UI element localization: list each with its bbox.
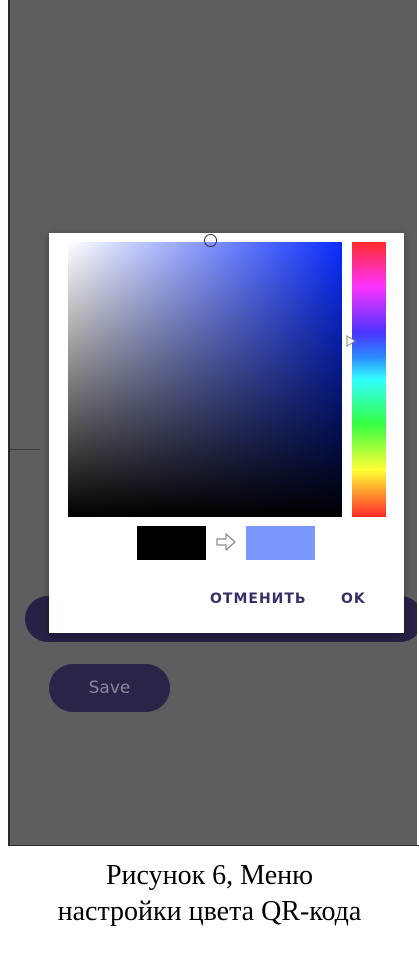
app-screen-dimmed: Save ОТМЕНИТЬ OK	[10, 0, 417, 845]
ok-button[interactable]: OK	[341, 591, 366, 607]
old-color-swatch	[137, 526, 206, 560]
frame-bottom-border	[8, 845, 419, 846]
caption-line-2: настройки цвета QR-кода	[57, 896, 362, 927]
figure-caption: Рисунок 6, Меню настройки цвета QR-кода	[0, 858, 419, 930]
caption-line-1: Рисунок 6, Меню	[105, 860, 314, 891]
color-picker-dialog: ОТМЕНИТЬ OK	[49, 233, 404, 633]
save-button[interactable]: Save	[49, 664, 170, 712]
arrow-right-outline-icon	[215, 531, 237, 553]
hue-slider[interactable]	[352, 242, 386, 517]
background-divider	[10, 449, 40, 450]
circle-cursor-icon[interactable]	[204, 234, 217, 247]
phone-screenshot: Save ОТМЕНИТЬ OK	[0, 0, 419, 848]
cancel-button[interactable]: ОТМЕНИТЬ	[210, 591, 307, 607]
new-color-swatch	[246, 526, 315, 560]
frame-left-border	[8, 0, 10, 846]
saturation-value-picker[interactable]	[68, 242, 342, 517]
